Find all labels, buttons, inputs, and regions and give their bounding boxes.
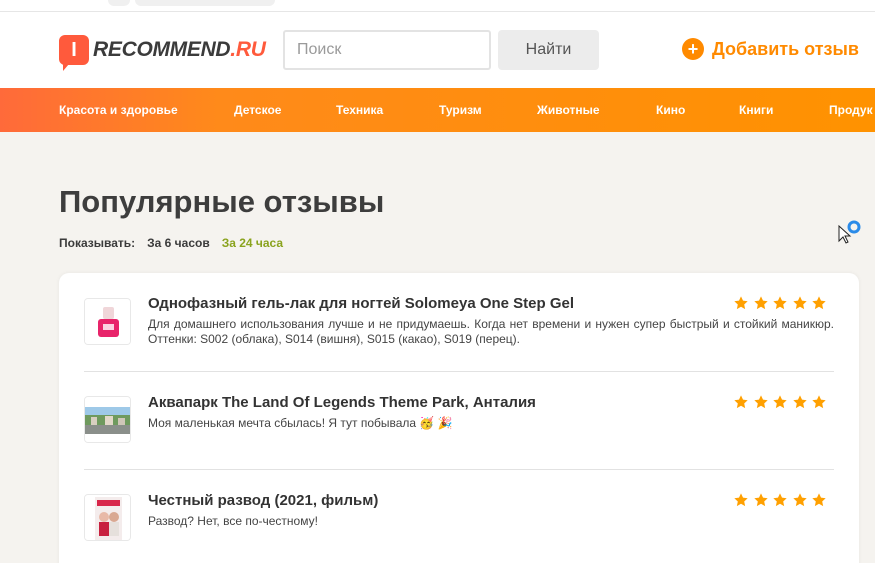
aquapark-thumbnail[interactable]	[84, 396, 131, 443]
review-text: Моя маленькая мечта сбылась! Я тут побыв…	[148, 416, 453, 430]
star-icon	[734, 395, 748, 409]
review-text: Для домашнего использования лучше и не п…	[148, 317, 834, 346]
site-header: I RECOMMEND.RU Найти + Добавить отзыв	[0, 12, 875, 88]
logo-main: RECOMMEND	[93, 38, 231, 61]
review-title[interactable]: Однофазный гель-лак для ногтей Solomeya …	[148, 295, 574, 312]
logo-mark: I	[59, 35, 89, 71]
movie-poster-thumbnail[interactable]	[84, 494, 131, 541]
logo-domain: .RU	[230, 38, 266, 61]
filter-label: Показывать:	[59, 236, 136, 250]
rating-stars	[733, 492, 831, 508]
star-icon	[812, 493, 826, 507]
nav-item-beauty[interactable]: Красота и здоровье	[59, 88, 178, 132]
browser-tab-stub[interactable]	[108, 0, 130, 6]
nav-item-kids[interactable]: Детское	[234, 88, 281, 132]
star-icon	[753, 493, 768, 507]
star-icon	[792, 395, 807, 409]
popular-reviews-card: Однофазный гель-лак для ногтей Solomeya …	[59, 273, 859, 563]
rating-stars	[733, 394, 831, 410]
review-text: Развод? Нет, все по-честному!	[148, 514, 318, 528]
filter-6-hours[interactable]: За 6 часов	[147, 236, 210, 250]
divider	[84, 371, 834, 372]
plus-circle-icon: +	[682, 38, 704, 60]
review-title[interactable]: Аквапарк The Land Of Legends Theme Park,…	[148, 394, 536, 411]
nav-item-movies[interactable]: Кино	[656, 88, 685, 132]
category-nav: Красота и здоровье Детское Техника Туриз…	[0, 88, 875, 132]
nav-item-books[interactable]: Книги	[739, 88, 773, 132]
page-title: Популярные отзывы	[59, 184, 385, 219]
mouse-cursor-icon	[838, 220, 864, 246]
filter-24-hours[interactable]: За 24 часа	[222, 236, 283, 250]
review-title[interactable]: Честный развод (2021, фильм)	[148, 492, 378, 509]
star-icon	[773, 395, 787, 409]
nav-item-animals[interactable]: Животные	[537, 88, 600, 132]
nav-item-tech[interactable]: Техника	[336, 88, 383, 132]
rating-stars	[733, 295, 831, 311]
star-icon	[792, 493, 807, 507]
star-icon	[792, 296, 807, 310]
star-icon	[773, 493, 787, 507]
browser-tab-stub[interactable]	[135, 0, 275, 6]
divider	[84, 469, 834, 470]
add-review-button[interactable]: + Добавить отзыв	[682, 38, 859, 60]
search-input[interactable]	[283, 30, 491, 70]
search-button[interactable]: Найти	[498, 30, 599, 70]
add-review-label: Добавить отзыв	[712, 38, 859, 59]
star-icon	[734, 296, 748, 310]
logo-text: RECOMMEND.RU	[93, 38, 266, 62]
star-icon	[773, 296, 787, 310]
nav-item-food[interactable]: Продук	[829, 88, 873, 132]
star-icon	[812, 296, 826, 310]
nav-item-tourism[interactable]: Туризм	[439, 88, 482, 132]
star-icon	[812, 395, 826, 409]
browser-top-strip	[0, 0, 875, 12]
star-icon	[734, 493, 748, 507]
star-icon	[753, 395, 768, 409]
star-icon	[753, 296, 768, 310]
site-logo[interactable]: I RECOMMEND.RU	[59, 32, 266, 71]
time-filter: Показывать: За 6 часов За 24 часа	[59, 236, 295, 250]
nail-polish-thumbnail[interactable]	[84, 298, 131, 345]
